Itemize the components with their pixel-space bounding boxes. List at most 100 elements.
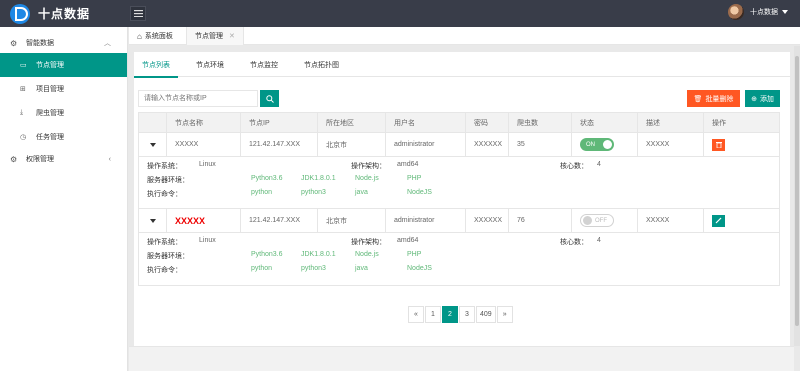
env-item: JDK1.8.0.1 xyxy=(301,175,336,182)
subtab-node-list[interactable]: 节点列表 xyxy=(134,52,178,78)
status-toggle[interactable]: ON xyxy=(580,138,614,151)
detail-label: 操作系统： xyxy=(147,239,182,246)
scrollbar[interactable] xyxy=(794,46,800,346)
header-expand xyxy=(139,113,167,132)
sidebar-item-label: 任务管理 xyxy=(36,134,64,141)
page-button[interactable]: 409 xyxy=(476,306,496,323)
header-cell: 状态 xyxy=(572,113,638,132)
status-toggle[interactable]: OFF xyxy=(580,214,614,227)
subtab-node-monitor[interactable]: 节点监控 xyxy=(242,52,286,77)
actions-cell xyxy=(704,209,779,232)
search-input[interactable] xyxy=(138,90,258,107)
node-desc: XXXXX xyxy=(638,133,704,156)
detail-cores: 4 xyxy=(597,237,601,244)
top-navbar: 十点数据 十点数据 xyxy=(0,0,800,27)
switch-label: ON xyxy=(586,141,595,148)
node-name: XXXXX xyxy=(167,133,241,156)
caret-down-icon xyxy=(782,10,788,14)
detail-label: 服务器环境： xyxy=(147,177,189,184)
actions-cell xyxy=(704,133,779,156)
scrollbar-thumb[interactable] xyxy=(795,56,799,326)
tab-home[interactable]: ⌂ 系统面板 xyxy=(137,27,173,45)
plus-circle-icon: ⊕ xyxy=(751,95,757,103)
env-item: PHP xyxy=(407,251,422,258)
detail-label: 执行命令： xyxy=(147,191,182,198)
cmd-item: python xyxy=(251,265,273,272)
button-label: 添加 xyxy=(759,95,774,103)
page-button[interactable]: 1 xyxy=(425,306,441,323)
node-ip: 121.42.147.XXX xyxy=(241,209,318,232)
footer-area xyxy=(129,346,794,371)
toolbar: 🗑 批量删除 ⊕ 添加 xyxy=(138,90,786,108)
node-user: administrator xyxy=(386,133,466,156)
table-header: 节点名称 节点IP 所在地区 用户名 密码 爬虫数 状态 描述 操作 xyxy=(139,113,779,133)
logo-icon xyxy=(10,3,30,24)
env-item: PHP xyxy=(407,175,422,182)
next-page-button[interactable]: » xyxy=(496,306,513,323)
node-region: 北京市 xyxy=(318,133,386,156)
env-item: Python3.6 xyxy=(251,251,283,258)
search-button[interactable] xyxy=(260,90,279,107)
detail-os: Linux xyxy=(199,161,216,168)
gear-icon: ⚙ xyxy=(10,154,18,164)
node-name: XXXXX xyxy=(167,209,241,232)
table-row: XXXXX 121.42.147.XXX 北京市 administrator X… xyxy=(139,133,779,157)
expand-toggle[interactable] xyxy=(139,209,167,232)
sidebar-item-task-management[interactable]: ◷ 任务管理 xyxy=(0,125,127,149)
node-table: 节点名称 节点IP 所在地区 用户名 密码 爬虫数 状态 描述 操作 XXXXX… xyxy=(138,112,780,286)
subtab-node-topology[interactable]: 节点拓扑图 xyxy=(296,52,347,77)
hamburger-icon xyxy=(133,10,143,17)
prev-page-button[interactable]: « xyxy=(408,306,424,323)
close-icon[interactable]: ✕ xyxy=(229,32,235,40)
batch-delete-button[interactable]: 🗑 批量删除 xyxy=(687,90,740,107)
page-button-current[interactable]: 2 xyxy=(442,306,458,323)
pagination: « 1 2 3 409 » xyxy=(408,306,514,323)
switch-label: OFF xyxy=(595,217,607,224)
page-tabs: ⌂ 系统面板 节点管理 ✕ xyxy=(129,27,800,45)
header-cell: 密码 xyxy=(466,113,509,132)
switch-knob xyxy=(583,216,592,225)
page-button[interactable]: 3 xyxy=(459,306,475,323)
sidebar-group-permissions[interactable]: ⚙ 权限管理 ‹ xyxy=(0,149,127,169)
detail-cores: 4 xyxy=(597,161,601,168)
home-icon: ⌂ xyxy=(137,31,142,41)
sidebar-item-label: 爬虫管理 xyxy=(36,110,64,117)
sidebar-item-node-management[interactable]: ▭ 节点管理 xyxy=(0,53,127,77)
caret-down-icon xyxy=(149,142,156,147)
sidebar-group-smart-data[interactable]: ⚙ 智能数据 ︿ xyxy=(0,33,127,53)
delete-button[interactable] xyxy=(712,138,725,151)
gear-icon: ⚙ xyxy=(10,38,18,48)
env-item: Node.js xyxy=(355,175,379,182)
monitor-icon: ▭ xyxy=(20,62,27,69)
search-icon xyxy=(265,94,274,103)
main-content: 节点列表 节点环境 节点监控 节点拓扑图 🗑 批量删除 ⊕ 添加 节点名称 xyxy=(129,46,794,371)
status-cell: ON xyxy=(572,133,638,156)
header-cell: 描述 xyxy=(638,113,704,132)
detail-label: 执行命令： xyxy=(147,267,182,274)
detail-label: 核心数： xyxy=(560,163,588,170)
logo-text: 十点数据 xyxy=(38,7,91,21)
edit-button[interactable] xyxy=(712,214,725,227)
detail-label: 核心数： xyxy=(560,239,588,246)
subtab-node-env[interactable]: 节点环境 xyxy=(188,52,232,77)
trash-icon xyxy=(715,142,722,148)
expand-toggle[interactable] xyxy=(139,133,167,156)
tab-label: 系统面板 xyxy=(144,33,173,40)
node-name-text: XXXXX xyxy=(175,215,206,226)
header-cell: 所在地区 xyxy=(318,113,386,132)
user-menu[interactable]: 十点数据 xyxy=(728,4,788,20)
switch-knob xyxy=(603,140,612,149)
menu-toggle-button[interactable] xyxy=(130,6,146,21)
sidebar-item-spider-management[interactable]: ⤓ 爬虫管理 xyxy=(0,101,127,125)
avatar xyxy=(728,4,744,20)
logo[interactable]: 十点数据 xyxy=(0,0,128,27)
detail-label: 操作架构： xyxy=(351,239,386,246)
detail-os: Linux xyxy=(199,237,216,244)
env-item: Python3.6 xyxy=(251,175,283,182)
status-cell: OFF xyxy=(572,209,638,232)
add-button[interactable]: ⊕ 添加 xyxy=(745,90,780,107)
node-spiders: 76 xyxy=(509,209,572,232)
sidebar-item-project-management[interactable]: ⊞ 项目管理 xyxy=(0,77,127,101)
button-label: 批量删除 xyxy=(705,95,734,103)
tab-node-management[interactable]: 节点管理 ✕ xyxy=(186,27,244,45)
